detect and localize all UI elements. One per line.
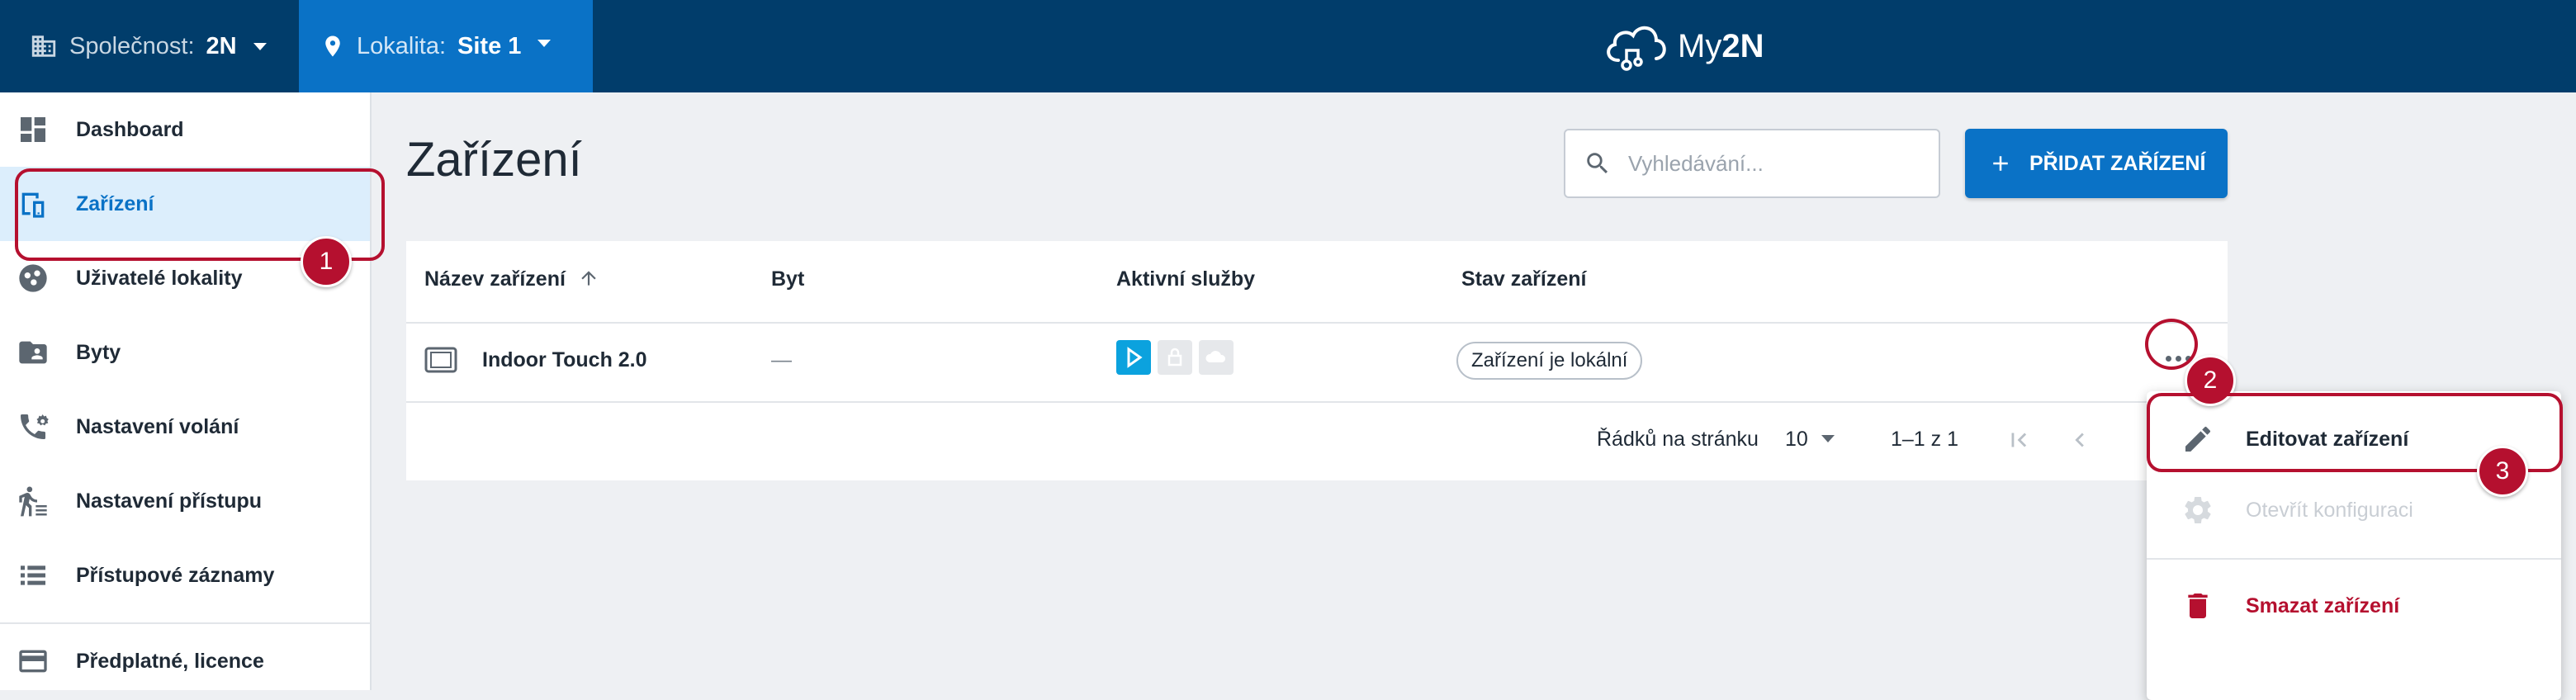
- header-divider: [406, 322, 2228, 324]
- rows-per-page-label: Řádků na stránku: [1597, 428, 1759, 451]
- chevron-down-icon: [1821, 435, 1835, 442]
- highlight-circle-2: [2145, 319, 2198, 370]
- first-page-icon[interactable]: [2005, 426, 2033, 454]
- intercom-device-icon: [424, 347, 457, 373]
- menu-item-delete-device[interactable]: Smazat zařízení: [2147, 573, 2561, 639]
- walking-person-icon: [19, 486, 47, 517]
- dashboard-icon: [21, 117, 45, 142]
- sidebar-item-label: Nastavení přístupu: [76, 489, 263, 513]
- trash-icon: [2188, 594, 2208, 618]
- sidebar-item-label: Předplatné, licence: [76, 649, 264, 673]
- search-box[interactable]: [1564, 129, 1940, 198]
- row-divider: [406, 401, 2228, 403]
- search-input[interactable]: [1627, 149, 1924, 177]
- users-icon: [19, 264, 47, 292]
- chevron-down-icon: [537, 39, 552, 47]
- status-badge: Zařízení je lokální: [1456, 342, 1643, 380]
- phone-settings-icon: [21, 414, 49, 439]
- top-bar: Společnost: 2N Lokalita: Site 1 My2N: [0, 0, 2576, 92]
- rows-per-page-value: 10: [1785, 428, 1808, 451]
- column-header-apartment[interactable]: Byt: [771, 267, 804, 291]
- column-header-name[interactable]: Název zařízení: [424, 267, 599, 291]
- logo-text: My2N: [1678, 28, 1764, 65]
- sidebar-item-subscription[interactable]: Předplatné, licence: [0, 624, 370, 698]
- sidebar-item-call-settings[interactable]: Nastavení volání: [0, 390, 370, 464]
- column-header-services[interactable]: Aktivní služby: [1116, 267, 1255, 291]
- company-selector[interactable]: Společnost: 2N: [30, 0, 267, 92]
- location-pin-icon: [325, 35, 340, 57]
- sidebar-item-dashboard[interactable]: Dashboard: [0, 92, 370, 167]
- building-icon: [31, 35, 56, 57]
- apartment-folder-icon: [19, 341, 47, 364]
- company-value: 2N: [206, 32, 237, 59]
- add-device-button[interactable]: PŘIDAT ZAŘÍZENÍ: [1965, 129, 2228, 198]
- device-apartment: —: [771, 348, 792, 371]
- my2n-logo: My2N: [1602, 13, 1764, 79]
- rows-per-page-select[interactable]: 10: [1785, 428, 1835, 452]
- service-lock-icon: [1158, 340, 1192, 375]
- previous-page-icon[interactable]: [2066, 426, 2094, 454]
- sort-arrow-up-icon: [581, 271, 596, 286]
- location-value: Site 1: [457, 32, 522, 59]
- search-icon: [1587, 153, 1608, 174]
- device-name[interactable]: Indoor Touch 2.0: [482, 348, 647, 372]
- sidebar-item-access-settings[interactable]: Nastavení přístupu: [0, 464, 370, 538]
- plus-icon: [1993, 156, 2008, 171]
- column-header-label: Název zařízení: [424, 267, 566, 291]
- page-title: Zařízení: [406, 133, 582, 187]
- logo-text-bold: 2N: [1721, 27, 1764, 64]
- sidebar-item-label: Byty: [76, 340, 121, 364]
- menu-divider: [2147, 558, 2561, 560]
- sidebar-item-apartments[interactable]: Byty: [0, 315, 370, 390]
- service-cloud-icon: [1199, 340, 1234, 375]
- company-label: Společnost:: [69, 32, 195, 59]
- location-label: Lokalita:: [357, 32, 447, 59]
- step-badge-3: 3: [2477, 446, 2528, 497]
- gear-icon: [2185, 496, 2211, 523]
- service-mobile-video-icon: [1116, 340, 1151, 375]
- menu-item-label: Otevřít konfiguraci: [2246, 498, 2413, 522]
- sidebar-item-label: Přístupové záznamy: [76, 563, 275, 587]
- sidebar-item-label: Uživatelé lokality: [76, 266, 243, 290]
- pagination-range: 1–1 z 1: [1891, 428, 1959, 451]
- sidebar-item-label: Dashboard: [76, 117, 184, 141]
- sidebar-item-access-logs[interactable]: Přístupové záznamy: [0, 538, 370, 612]
- chevron-down-icon: [253, 42, 267, 50]
- menu-item-label: Smazat zařízení: [2246, 594, 2400, 617]
- add-device-label: PŘIDAT ZAŘÍZENÍ: [2029, 151, 2206, 175]
- step-badge-1: 1: [301, 236, 352, 287]
- cloud-logo-icon: [1607, 26, 1666, 71]
- list-icon: [21, 565, 45, 585]
- sidebar-item-label: Nastavení volání: [76, 414, 239, 438]
- location-selector[interactable]: Lokalita: Site 1: [299, 0, 593, 92]
- card-icon: [19, 650, 47, 673]
- column-header-status[interactable]: Stav zařízení: [1461, 267, 1586, 291]
- logo-text-light: My: [1678, 27, 1722, 64]
